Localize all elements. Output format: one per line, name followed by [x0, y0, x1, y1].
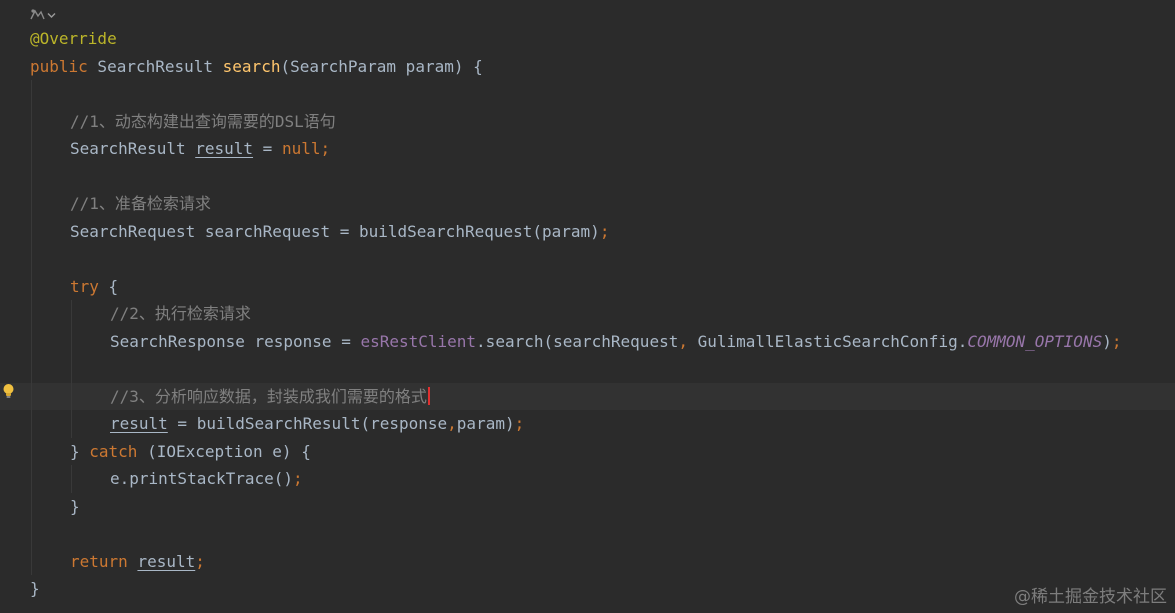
code-line[interactable]: e.printStackTrace(); — [0, 465, 1175, 492]
code-line-text: public SearchResult search(SearchParam p… — [30, 53, 483, 80]
code-token: { — [98, 276, 119, 296]
code-token: public — [30, 56, 88, 76]
code-token: } — [30, 579, 40, 598]
code-line-text: try { — [70, 273, 118, 300]
code-line[interactable]: //1、动态构建出查询需要的DSL语句 — [0, 108, 1175, 135]
code-line-text: SearchRequest searchRequest = buildSearc… — [70, 218, 609, 245]
code-token: null — [281, 139, 321, 158]
code-line[interactable]: return result; — [0, 548, 1175, 575]
code-token: GulimallElasticSearchConfig. — [687, 331, 968, 351]
code-token: //2、执行检索请求 — [110, 304, 251, 323]
code-token: = — [253, 139, 282, 158]
code-token: @Override — [30, 29, 117, 48]
code-line[interactable]: } catch (IOException e) { — [0, 438, 1175, 465]
code-token: ; — [1111, 331, 1122, 351]
code-line[interactable] — [0, 520, 1175, 547]
code-line-text: } — [70, 493, 80, 520]
code-token: return — [70, 551, 128, 571]
indent-guide — [31, 80, 32, 575]
code-line[interactable]: try { — [0, 273, 1175, 300]
gutter-usage-icon — [30, 9, 45, 20]
code-token: SearchResult — [70, 139, 196, 158]
watermark-text: @稀土掘金技术社区 — [1014, 587, 1167, 607]
code-line-text: } — [30, 575, 40, 602]
code-line-text: e.printStackTrace(); — [110, 465, 303, 492]
code-token: result — [110, 414, 168, 433]
indent-guide — [71, 300, 72, 438]
code-line[interactable] — [0, 355, 1175, 382]
code-line-text: result = buildSearchResult(response,para… — [110, 410, 524, 437]
indent-guide — [71, 465, 72, 493]
code-token: //1、动态构建出查询需要的DSL语句 — [70, 111, 336, 131]
code-token: //3、分析响应数据，封装成我们需要的格式 — [110, 386, 427, 406]
code-token: (SearchParam param) { — [280, 56, 483, 76]
code-token: ; — [195, 551, 205, 571]
code-line-text: //1、准备检索请求 — [70, 190, 211, 217]
code-token: ; — [320, 139, 331, 158]
code-token: SearchRequest searchRequest = buildSearc… — [70, 221, 600, 241]
code-line[interactable]: } — [0, 493, 1175, 520]
code-line-text: } catch (IOException e) { — [70, 438, 311, 465]
code-token: e.printStackTrace() — [110, 469, 294, 488]
code-token: } — [70, 496, 80, 516]
code-line[interactable]: SearchResult result = null; — [0, 135, 1175, 162]
code-line[interactable]: result = buildSearchResult(response,para… — [0, 410, 1175, 437]
code-token: = buildSearchResult(response — [167, 414, 448, 433]
code-token: ) — [1102, 331, 1112, 351]
code-line-text: SearchResponse response = esRestClient.s… — [110, 328, 1121, 355]
code-line-text: //1、动态构建出查询需要的DSL语句 — [70, 108, 336, 135]
code-token: .search(searchRequest — [476, 331, 679, 351]
code-token: result — [195, 139, 254, 158]
code-token: (IOException e) { — [137, 441, 311, 461]
code-line-text: @Override — [30, 25, 117, 52]
code-line-text: return result; — [70, 548, 205, 575]
code-line[interactable]: //2、执行检索请求 — [0, 300, 1175, 327]
code-token: SearchResult — [87, 56, 223, 76]
code-line[interactable]: SearchResponse response = esRestClient.s… — [0, 328, 1175, 355]
code-line[interactable]: //1、准备检索请求 — [0, 190, 1175, 217]
code-token: try — [70, 276, 99, 296]
gutter-usage-hint[interactable] — [29, 6, 56, 24]
intention-bulb-icon[interactable] — [2, 383, 15, 399]
code-line[interactable] — [0, 245, 1175, 272]
code-token: , — [678, 331, 688, 351]
code-line[interactable]: public SearchResult search(SearchParam p… — [0, 53, 1175, 80]
code-line[interactable] — [0, 163, 1175, 190]
code-token: , — [447, 414, 457, 433]
code-line-text: SearchResult result = null; — [70, 135, 330, 162]
code-token: } — [70, 441, 90, 461]
code-token: esRestClient — [360, 331, 477, 351]
code-token: //1、准备检索请求 — [70, 194, 211, 213]
code-token: param) — [456, 414, 515, 433]
code-token: catch — [89, 441, 138, 461]
code-token: ; — [293, 469, 303, 488]
code-token: SearchResponse response = — [110, 331, 361, 351]
code-line[interactable] — [0, 80, 1175, 107]
code-line[interactable]: @Override — [0, 25, 1175, 52]
code-line[interactable]: //3、分析响应数据，封装成我们需要的格式 — [0, 382, 1175, 410]
chevron-down-icon — [47, 12, 56, 18]
code-line-text: //2、执行检索请求 — [110, 300, 251, 327]
code-token: search — [222, 56, 281, 76]
text-caret — [427, 386, 430, 405]
code-line[interactable]: SearchRequest searchRequest = buildSearc… — [0, 218, 1175, 245]
code-token: ; — [599, 221, 610, 241]
code-token: COMMON_OPTIONS — [967, 331, 1103, 351]
code-line[interactable]: } — [0, 575, 1175, 602]
code-token: ; — [514, 414, 525, 433]
code-line-text: //3、分析响应数据，封装成我们需要的格式 — [110, 383, 430, 410]
code-token: result — [137, 551, 196, 571]
code-editor[interactable]: @Override public SearchResult search(Sear… — [0, 0, 1175, 613]
